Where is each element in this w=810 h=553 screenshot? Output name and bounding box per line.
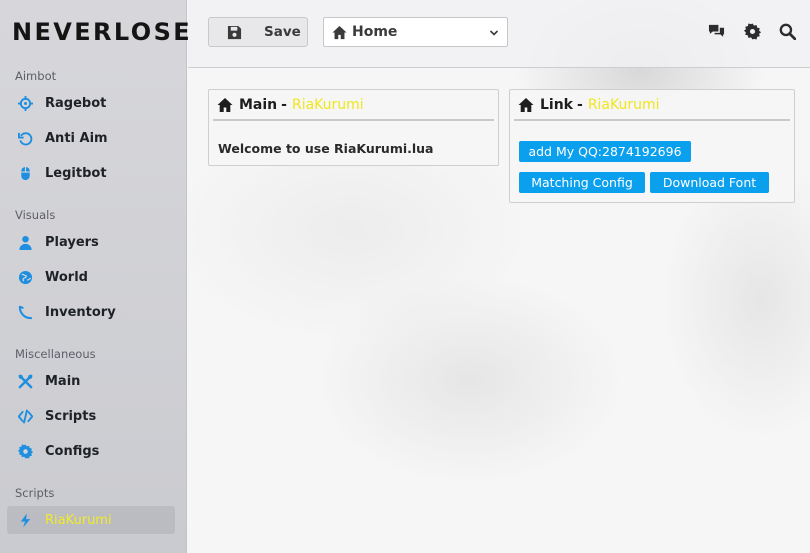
panel-script-name: RiaKurumi: [291, 96, 364, 113]
sidebar-item-inventory[interactable]: Inventory: [7, 298, 175, 326]
page-select-value: Home: [352, 24, 398, 40]
mouse-icon: [17, 165, 33, 181]
sidebar-item-players[interactable]: Players: [7, 228, 175, 256]
sidebar-item-label: World: [45, 269, 88, 285]
link-panel: Link - RiaKurumi add My QQ:2874192696 Ma…: [509, 89, 795, 203]
sidebar-item-label: RiaKurumi: [45, 512, 112, 528]
sidebar-item-label: Configs: [45, 443, 100, 459]
section-label-visuals: Visuals: [15, 208, 56, 222]
download-font-button[interactable]: Download Font: [650, 172, 769, 193]
welcome-text: Welcome to use RiaKurumi.lua: [218, 141, 434, 156]
add-qq-button[interactable]: add My QQ:2874192696: [519, 141, 691, 162]
panel-title: Link: [540, 96, 573, 113]
panel-script-name: RiaKurumi: [587, 96, 660, 113]
main-panel-header: Main - RiaKurumi: [213, 90, 494, 121]
save-button[interactable]: Save: [208, 17, 308, 47]
top-bar: Save Home: [188, 0, 810, 68]
gear-icon[interactable]: [743, 22, 762, 41]
page-select[interactable]: Home: [323, 17, 508, 47]
sidebar-item-scripts[interactable]: Scripts: [7, 402, 175, 430]
bolt-icon: [17, 512, 33, 528]
sidebar-item-main[interactable]: Main: [7, 367, 175, 395]
sidebar-item-label: Inventory: [45, 304, 116, 320]
sidebar-item-label: Anti Aim: [45, 130, 108, 146]
sidebar-item-label: Main: [45, 373, 81, 389]
home-icon: [518, 97, 534, 113]
link-panel-header: Link - RiaKurumi: [514, 90, 790, 121]
section-label-miscellaneous: Miscellaneous: [15, 347, 96, 361]
search-icon[interactable]: [778, 22, 797, 41]
hook-icon: [17, 304, 33, 320]
sidebar-item-anti-aim[interactable]: Anti Aim: [7, 124, 175, 152]
matching-config-button[interactable]: Matching Config: [519, 172, 645, 193]
sidebar-item-label: Legitbot: [45, 165, 107, 181]
code-icon: [17, 408, 33, 424]
sidebar-item-legitbot[interactable]: Legitbot: [7, 159, 175, 187]
section-label-scripts: Scripts: [15, 486, 55, 500]
sidebar-item-riakurumi[interactable]: RiaKurumi: [7, 506, 175, 534]
tools-icon: [17, 373, 33, 389]
panel-title-separator: -: [281, 96, 287, 113]
save-button-label: Save: [264, 24, 301, 40]
app-logo: NEVERLOSE: [12, 18, 193, 46]
user-icon: [17, 234, 33, 250]
floppy-disk-icon: [227, 25, 242, 40]
panel-title-separator: -: [577, 96, 583, 113]
sidebar-item-label: Players: [45, 234, 99, 250]
sidebar-item-configs[interactable]: Configs: [7, 437, 175, 465]
home-icon: [332, 25, 347, 40]
sidebar-item-label: Scripts: [45, 408, 97, 424]
chevron-down-icon: [489, 28, 499, 38]
crosshair-icon: [17, 95, 33, 111]
globe-icon: [17, 269, 33, 285]
panel-title: Main: [239, 96, 278, 113]
chat-icon[interactable]: [707, 22, 726, 41]
sidebar: NEVERLOSE Aimbot Ragebot Anti Aim Legitb…: [0, 0, 190, 553]
main-panel: Main - RiaKurumi Welcome to use RiaKurum…: [208, 89, 499, 166]
gear-icon: [17, 443, 33, 459]
sidebar-item-world[interactable]: World: [7, 263, 175, 291]
sidebar-item-ragebot[interactable]: Ragebot: [7, 89, 175, 117]
rotate-icon: [17, 130, 33, 146]
sidebar-item-label: Ragebot: [45, 95, 107, 111]
home-icon: [217, 97, 233, 113]
section-label-aimbot: Aimbot: [15, 69, 57, 83]
